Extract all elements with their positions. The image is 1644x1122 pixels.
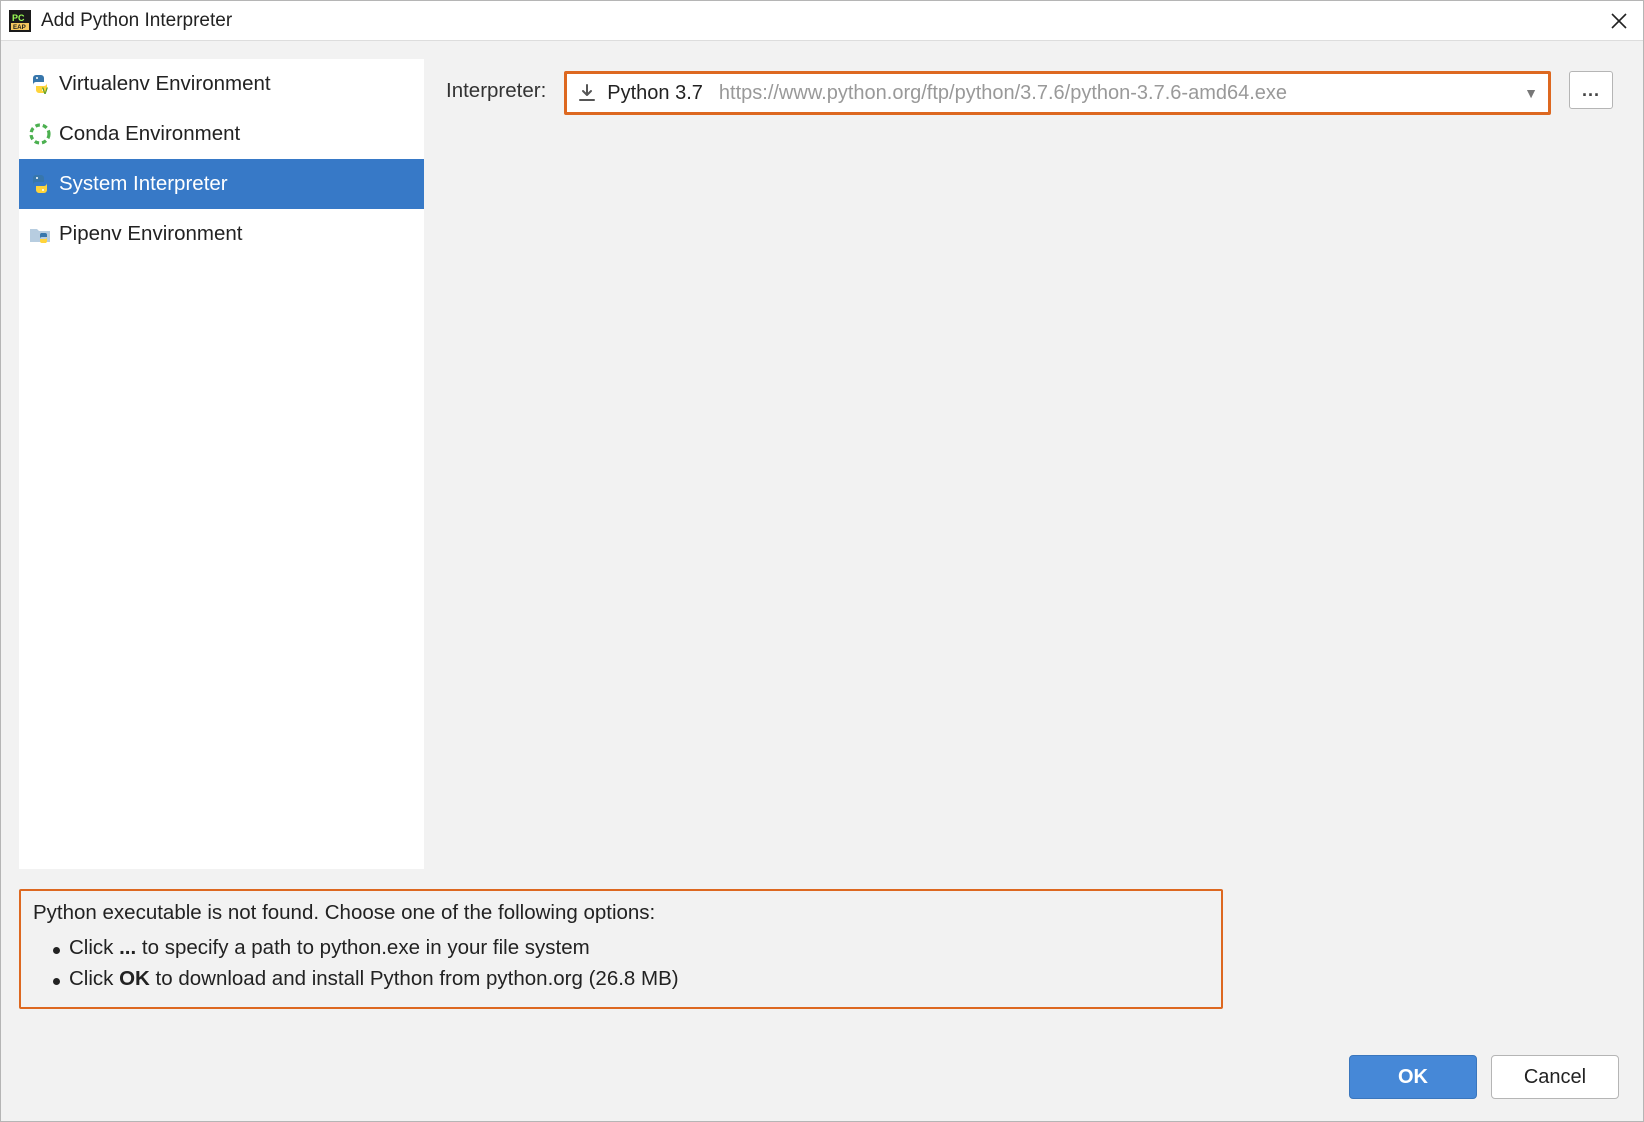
main-panel: Interpreter: Python 3.7 https://www.pyth…	[424, 59, 1625, 881]
dialog-window: PC EAP Add Python Interpreter	[0, 0, 1644, 1122]
dialog-footer: OK Cancel	[1, 1033, 1643, 1121]
interpreter-url: https://www.python.org/ftp/python/3.7.6/…	[719, 82, 1508, 105]
message-option-2: Click OK to download and install Python …	[49, 964, 1207, 995]
folder-python-icon	[29, 223, 51, 245]
svg-text:EAP: EAP	[13, 24, 26, 31]
python-icon	[29, 173, 51, 195]
python-v-icon: V	[29, 73, 51, 95]
download-icon	[577, 83, 597, 103]
browse-button[interactable]: ...	[1569, 71, 1613, 109]
svg-text:V: V	[42, 86, 48, 95]
interpreter-combo[interactable]: Python 3.7 https://www.python.org/ftp/py…	[564, 71, 1551, 115]
message-box: Python executable is not found. Choose o…	[19, 889, 1223, 1009]
interpreter-type-sidebar: V Virtualenv Environment Conda Environme…	[19, 59, 424, 869]
dialog-body: V Virtualenv Environment Conda Environme…	[1, 41, 1643, 1121]
ok-button[interactable]: OK	[1349, 1055, 1477, 1099]
sidebar-item-conda[interactable]: Conda Environment	[19, 109, 424, 159]
sidebar-item-label: Virtualenv Environment	[59, 72, 271, 96]
upper-area: V Virtualenv Environment Conda Environme…	[1, 41, 1643, 881]
sidebar-item-label: Pipenv Environment	[59, 222, 242, 246]
message-title: Python executable is not found. Choose o…	[27, 901, 1207, 925]
sidebar-item-label: System Interpreter	[59, 172, 228, 196]
sidebar-item-label: Conda Environment	[59, 122, 240, 146]
message-option-1: Click ... to specify a path to python.ex…	[49, 933, 1207, 964]
interpreter-label: Interpreter:	[446, 71, 546, 103]
ellipsis-icon: ...	[1582, 80, 1600, 101]
svg-text:PC: PC	[12, 13, 25, 23]
close-button[interactable]	[1595, 1, 1643, 41]
sidebar-item-virtualenv[interactable]: V Virtualenv Environment	[19, 59, 424, 109]
window-title: Add Python Interpreter	[41, 10, 232, 32]
titlebar: PC EAP Add Python Interpreter	[1, 1, 1643, 41]
sidebar-item-system-interpreter[interactable]: System Interpreter	[19, 159, 424, 209]
interpreter-version: Python 3.7	[607, 82, 703, 105]
conda-icon	[29, 123, 51, 145]
chevron-down-icon: ▼	[1524, 85, 1538, 101]
sidebar-item-pipenv[interactable]: Pipenv Environment	[19, 209, 424, 259]
cancel-button[interactable]: Cancel	[1491, 1055, 1619, 1099]
pycharm-app-icon: PC EAP	[9, 10, 31, 32]
close-icon	[1611, 13, 1627, 29]
